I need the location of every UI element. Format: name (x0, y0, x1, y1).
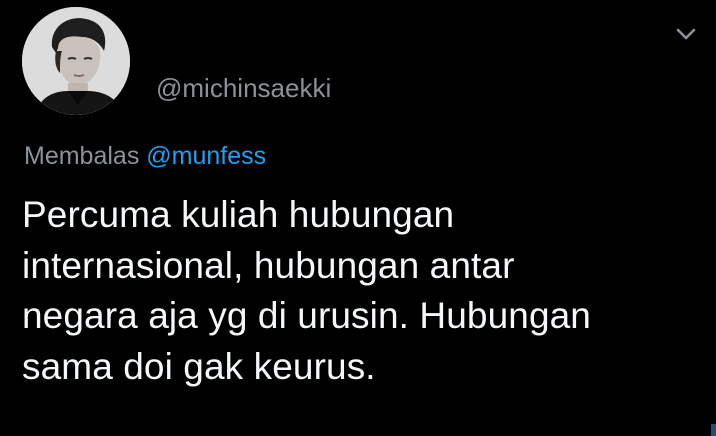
chevron-down-icon (676, 28, 696, 40)
avatar-photo (22, 7, 130, 115)
reply-prefix: Membalas (24, 142, 140, 170)
tweet-menu-button[interactable] (668, 20, 704, 50)
tweet: @michinsaekki Membalas @munfess Percuma … (0, 0, 716, 436)
author-handle[interactable]: @michinsaekki (156, 72, 331, 104)
reply-mention-link[interactable]: @munfess (146, 142, 266, 170)
avatar[interactable] (22, 7, 130, 115)
edge-artifact (711, 424, 716, 436)
reply-context: Membalas @munfess (24, 140, 266, 172)
tweet-text: Percuma kuliah hubungan internasional, h… (22, 194, 591, 387)
